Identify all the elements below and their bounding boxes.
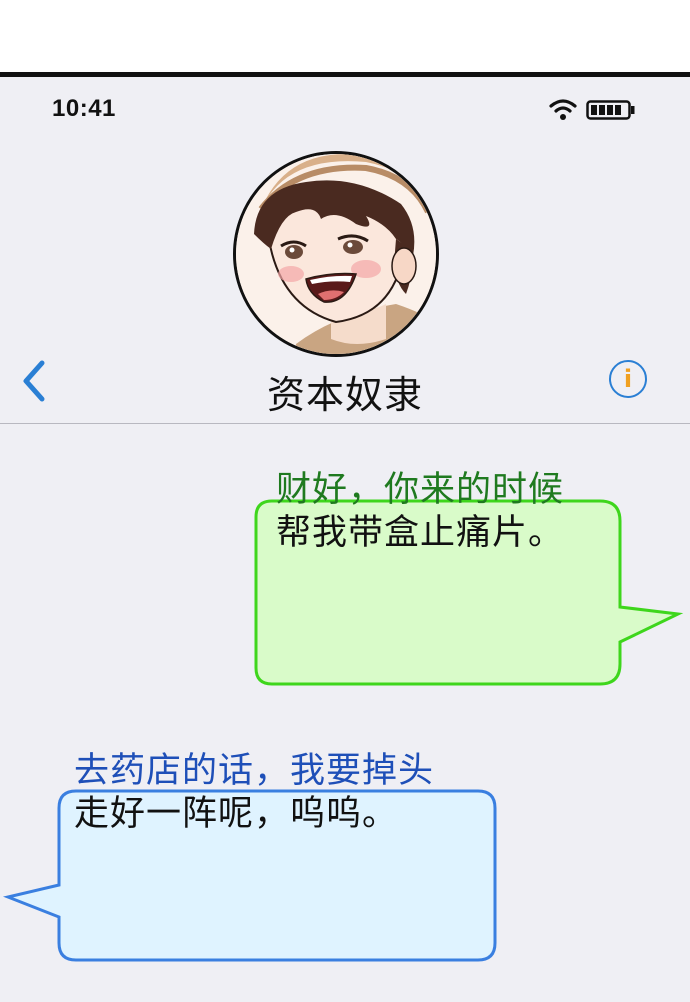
- sent-message-line-1: 财好，你来的时候: [276, 470, 565, 510]
- received-message-line-2: 走好一阵呢，呜呜。: [74, 794, 399, 834]
- top-margin: [0, 0, 690, 74]
- received-message-line-1: 去药店的话，我要掉头: [74, 751, 435, 791]
- sent-message-line-2: 帮我带盒止痛片。: [276, 513, 565, 553]
